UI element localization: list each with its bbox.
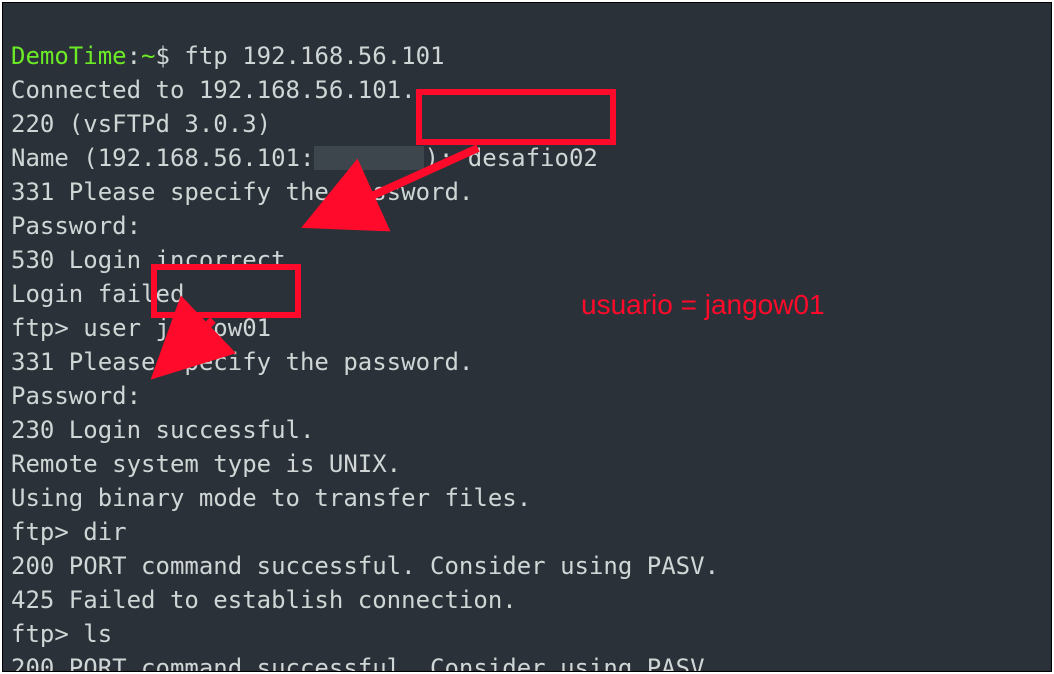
- prompt-host: DemoTime: [11, 42, 127, 70]
- user-cmd-prefix: user: [83, 314, 155, 342]
- terminal-screenshot: DemoTime:~$ ftp 192.168.56.101 Connected…: [2, 2, 1052, 672]
- line-5: 331 Please specify the password.: [11, 178, 473, 206]
- ftp-prompt-1: ftp>: [11, 314, 83, 342]
- ls-cmd: ls: [83, 620, 112, 648]
- line-1: DemoTime:~$ ftp 192.168.56.101: [11, 42, 445, 70]
- redacted-user: [314, 146, 424, 170]
- annotation-usuario: usuario = jangow01: [581, 289, 825, 321]
- highlight-box-desafio02: [416, 89, 616, 145]
- name-prompt-prefix: Name (192.168.56.101:: [11, 144, 314, 172]
- line-19: 200 PORT command successful. Consider us…: [11, 654, 719, 672]
- line-16: 200 PORT command successful. Consider us…: [11, 552, 719, 580]
- line-4: Name (192.168.56.101:): desafio02: [11, 144, 598, 172]
- line-17: 425 Failed to establish connection.: [11, 586, 517, 614]
- dir-cmd: dir: [83, 518, 126, 546]
- line-2: Connected to 192.168.56.101.: [11, 76, 416, 104]
- command-ftp: ftp 192.168.56.101: [184, 42, 444, 70]
- line-13: Remote system type is UNIX.: [11, 450, 401, 478]
- name-prompt-suffix: ):: [424, 144, 467, 172]
- line-10: 331 Please specify the password.: [11, 348, 473, 376]
- prompt-dollar: $: [156, 42, 170, 70]
- prompt-path: ~: [141, 42, 155, 70]
- highlight-box-jangow01: [151, 264, 301, 318]
- prompt-sep: :: [127, 42, 141, 70]
- line-6: Password:: [11, 212, 141, 240]
- line-11: Password:: [11, 382, 141, 410]
- line-14: Using binary mode to transfer files.: [11, 484, 531, 512]
- name-value: desafio02: [468, 144, 598, 172]
- line-12: 230 Login successful.: [11, 416, 314, 444]
- ftp-prompt-2: ftp>: [11, 518, 83, 546]
- line-3: 220 (vsFTPd 3.0.3): [11, 110, 271, 138]
- line-15: ftp> dir: [11, 518, 127, 546]
- line-18: ftp> ls: [11, 620, 112, 648]
- line-9: ftp> user jangow01: [11, 314, 271, 342]
- user-cmd-value: jangow01: [156, 314, 272, 342]
- ftp-prompt-3: ftp>: [11, 620, 83, 648]
